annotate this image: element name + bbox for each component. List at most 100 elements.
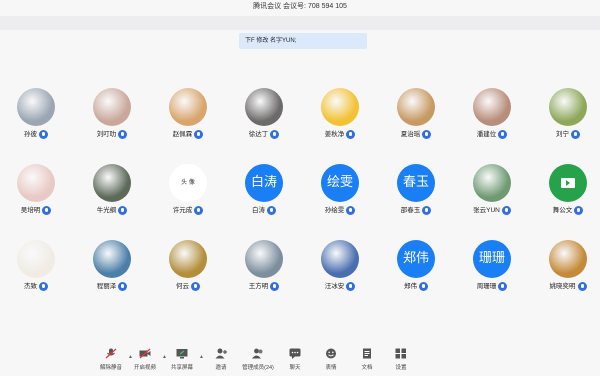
participant-avatar	[321, 88, 359, 126]
participant-name: 舞公文	[552, 207, 573, 214]
participant-avatar	[93, 88, 131, 126]
participant-tile[interactable]: 赵佩霖	[158, 88, 218, 139]
toolbar-button-mic-muted[interactable]: 解除静音	[94, 348, 128, 371]
participant-name: 白涛	[252, 207, 265, 214]
mic-icon	[574, 206, 584, 215]
participant-tile[interactable]: 何云	[158, 240, 218, 291]
toolbar-button-screen-share[interactable]: 共享屏幕	[165, 348, 199, 371]
mic-icon	[346, 206, 356, 215]
participant-name: 许元成	[172, 207, 193, 214]
mic-icon	[118, 206, 128, 215]
participant-tile[interactable]: 春玉 邵春玉	[386, 164, 446, 215]
participant-tile[interactable]: 张云YUN	[462, 164, 522, 215]
mic-icon	[118, 282, 128, 291]
screen-share-icon	[176, 348, 188, 359]
toolbar-label: 表情	[325, 365, 337, 371]
mic-icon	[42, 206, 52, 215]
participant-avatar	[93, 164, 131, 202]
participant-name: 姚晓奕明	[549, 283, 576, 290]
participant-tile[interactable]: 夏治瑶	[386, 88, 446, 139]
participant-name-row: 许元成	[158, 206, 218, 215]
participant-tile[interactable]: 舞公文	[538, 164, 598, 215]
participant-name-row: 孙绘雯	[310, 206, 370, 215]
toolbar-button-chat[interactable]: 聊天	[278, 348, 312, 371]
participant-tile[interactable]: 姚晓奕明	[538, 240, 598, 291]
participant-name-row: 汪冰安	[310, 282, 370, 291]
chat-icon	[289, 348, 301, 359]
participant-name: 何云	[176, 283, 189, 290]
participant-tile[interactable]: 潘建位	[462, 88, 522, 139]
participant-tile[interactable]: 郑伟 郑伟	[386, 240, 446, 291]
participant-tile[interactable]: 珊珊 周珊珊	[462, 240, 522, 291]
toolbar-button-settings[interactable]: 设置	[384, 348, 418, 371]
toolbar-button-invite[interactable]: 邀请	[204, 348, 238, 371]
participant-avatar	[245, 240, 283, 278]
mic-icon	[191, 282, 200, 291]
mic-icon	[270, 282, 280, 291]
participant-name: 孙彼	[24, 131, 37, 138]
participant-name-row: 王方明	[234, 282, 294, 291]
participant-tile[interactable]: 白涛 白涛	[234, 164, 294, 215]
toolbar-button-members[interactable]: 管理成员(24)	[241, 348, 275, 371]
participant-tile[interactable]: 头 像许元成	[158, 164, 218, 215]
participant-avatar	[245, 88, 283, 126]
participant-tile[interactable]: 徐达丁	[234, 88, 294, 139]
participant-avatar	[93, 240, 131, 278]
participant-name: 王方明	[248, 283, 269, 290]
participant-grid: 孙彼 刘叮叻赵佩霖 徐达丁 姜秋净 夏治瑶 潘建位 刘宁吴培明 牛光纲 头 像许元成 白涛 白涛 绘雯…	[0, 0, 600, 300]
video-off-icon	[139, 348, 151, 359]
participant-tile[interactable]: 刘叮叻	[82, 88, 142, 139]
participant-tile[interactable]: 姜秋净	[310, 88, 370, 139]
mic-icon	[498, 130, 508, 139]
participant-avatar: 珊珊	[473, 240, 511, 278]
participant-tile[interactable]: 汪冰安	[310, 240, 370, 291]
participant-name-row: 牛光纲	[82, 206, 142, 215]
participant-avatar: 春玉	[397, 164, 435, 202]
participant-name-row: 程丽泽	[82, 282, 142, 291]
mic-icon	[346, 130, 356, 139]
participant-tile[interactable]: 吴培明	[6, 164, 66, 215]
participant-name-row: 姚晓奕明	[538, 282, 598, 291]
members-icon	[252, 348, 264, 359]
participant-name: 姜秋净	[324, 131, 345, 138]
participant-name-row: 邵春玉	[386, 206, 446, 215]
participant-name: 孙绘雯	[324, 207, 345, 214]
participant-name: 邵春玉	[400, 207, 421, 214]
participant-name-row: 吴培明	[6, 206, 66, 215]
toolbar-button-document[interactable]: 文档	[350, 348, 384, 371]
toolbar-button-emoji[interactable]: 表情	[314, 348, 348, 371]
participant-avatar	[549, 164, 587, 202]
toolbar-label: 邀请	[215, 365, 227, 371]
participant-tile[interactable]: 杰致	[6, 240, 66, 291]
participant-avatar	[473, 164, 511, 202]
participant-name-row: 赵佩霖	[158, 130, 218, 139]
participant-avatar	[17, 88, 55, 126]
mic-icon	[194, 206, 204, 215]
participant-tile[interactable]: 刘宁	[538, 88, 598, 139]
participant-name: 周珊珊	[476, 283, 497, 290]
toolbar-button-video-off[interactable]: 开启视频	[128, 348, 162, 371]
mic-icon	[346, 282, 356, 291]
participant-tile[interactable]: 绘雯 孙绘雯	[310, 164, 370, 215]
participant-avatar: 郑伟	[397, 240, 435, 278]
participant-tile[interactable]: 孙彼	[6, 88, 66, 139]
participant-name: 牛光纲	[96, 207, 117, 214]
mic-icon	[422, 206, 432, 215]
mic-icon	[267, 206, 276, 215]
participant-avatar	[549, 88, 587, 126]
toolbar-label: 开启视频	[133, 365, 156, 371]
mic-icon	[577, 282, 587, 291]
participant-name-row: 何云	[158, 282, 218, 291]
participant-avatar	[473, 88, 511, 126]
folder-icon	[561, 178, 575, 188]
participant-tile[interactable]: 程丽泽	[82, 240, 142, 291]
toolbar-label: 聊天	[289, 365, 301, 371]
participant-name-row: 舞公文	[538, 206, 598, 215]
participant-name-row: 白涛	[234, 206, 294, 215]
mic-icon	[194, 130, 204, 139]
participant-name-row: 杰致	[6, 282, 66, 291]
participant-name-row: 夏治瑶	[386, 130, 446, 139]
participant-tile[interactable]: 王方明	[234, 240, 294, 291]
participant-name-row: 徐达丁	[234, 130, 294, 139]
participant-tile[interactable]: 牛光纲	[82, 164, 142, 215]
